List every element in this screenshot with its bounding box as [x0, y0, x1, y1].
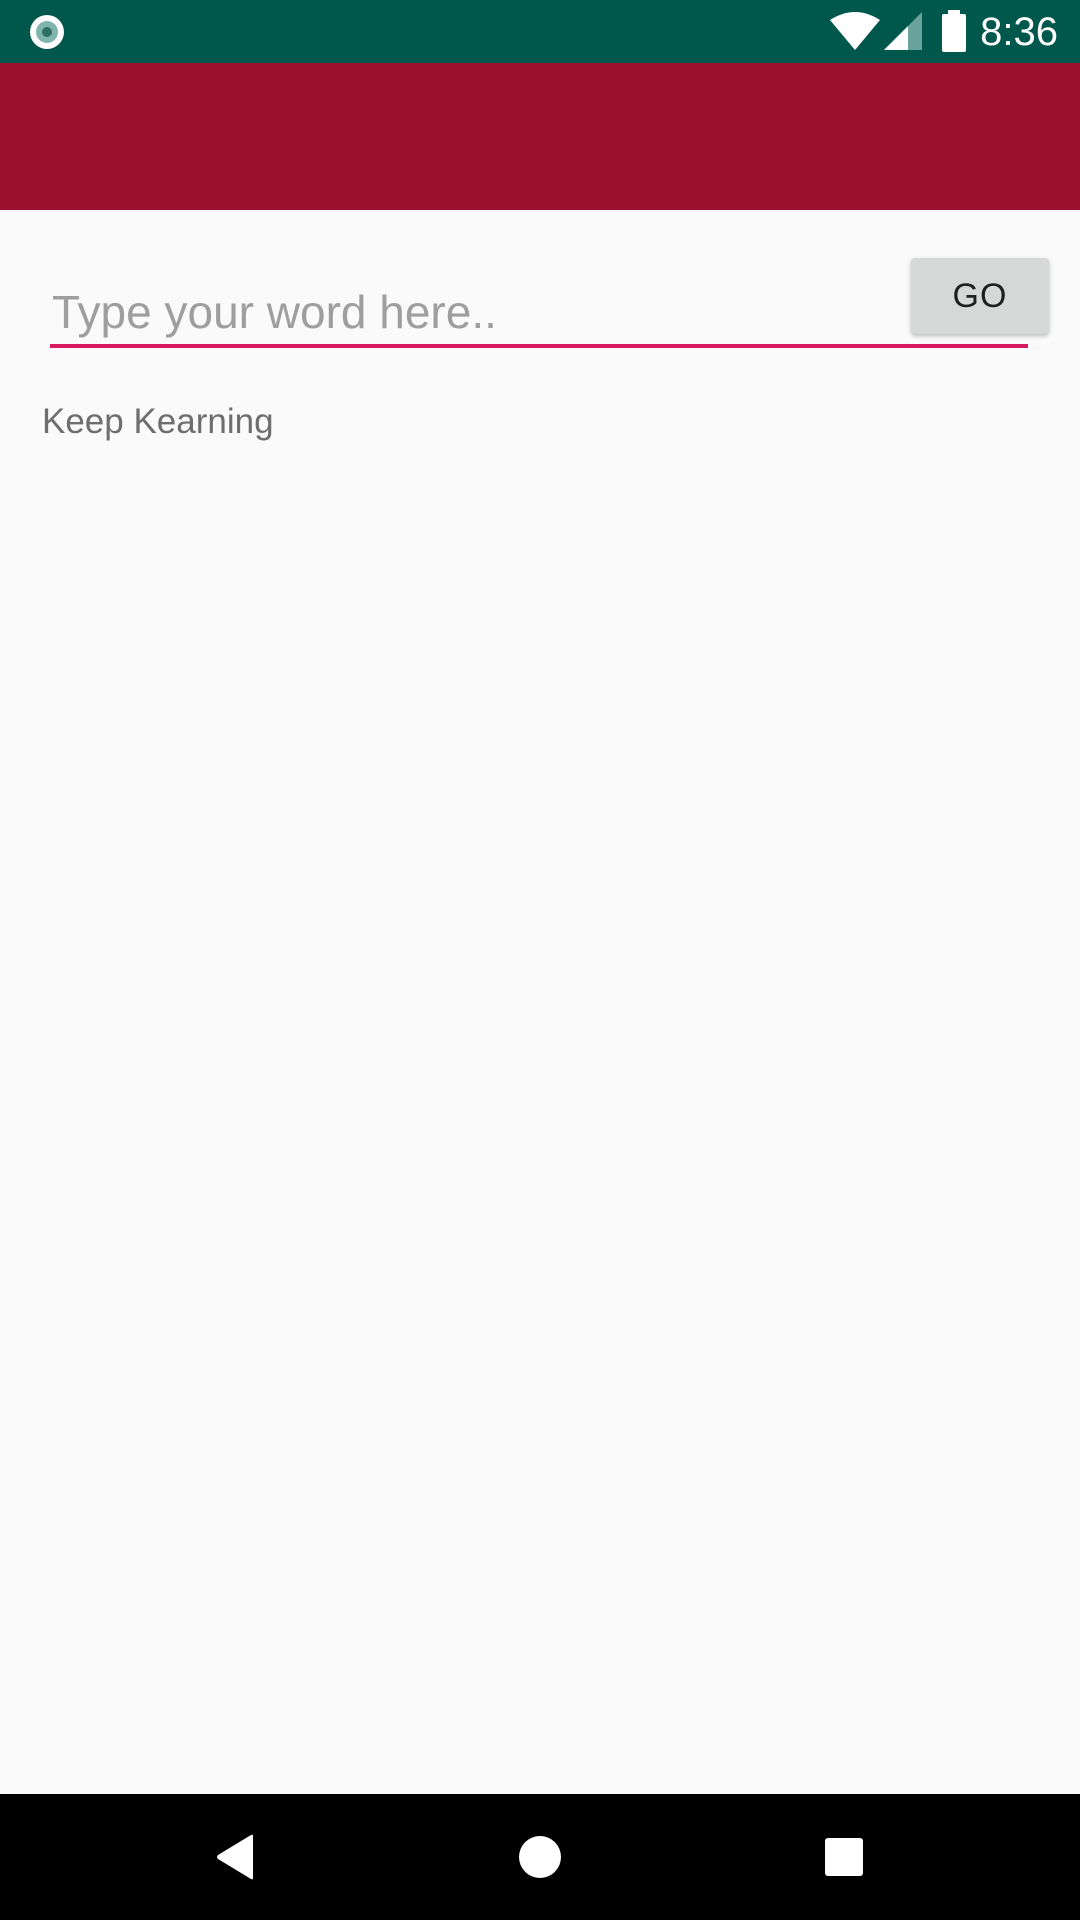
- recents-button[interactable]: [811, 1824, 877, 1890]
- app-toolbar: [0, 63, 1080, 210]
- back-icon: [217, 1834, 253, 1880]
- signal-icon: [884, 12, 922, 50]
- home-button[interactable]: [507, 1824, 573, 1890]
- word-input[interactable]: [50, 280, 1028, 348]
- result-text: Keep Kearning: [42, 402, 274, 441]
- navigation-bar: [0, 1794, 1080, 1920]
- main-content: GO Keep Kearning: [0, 210, 1080, 1794]
- battery-icon: [942, 10, 966, 52]
- status-bar: 8:36: [0, 0, 1080, 63]
- notification-icon: [30, 15, 64, 49]
- status-time: 8:36: [980, 10, 1058, 54]
- go-button[interactable]: GO: [911, 258, 1049, 334]
- app-screen: 8:36 GO Keep Kearning: [0, 0, 1080, 1920]
- recents-icon: [825, 1838, 863, 1876]
- back-button[interactable]: [203, 1824, 269, 1890]
- home-icon: [519, 1836, 561, 1878]
- wifi-icon: [830, 12, 880, 50]
